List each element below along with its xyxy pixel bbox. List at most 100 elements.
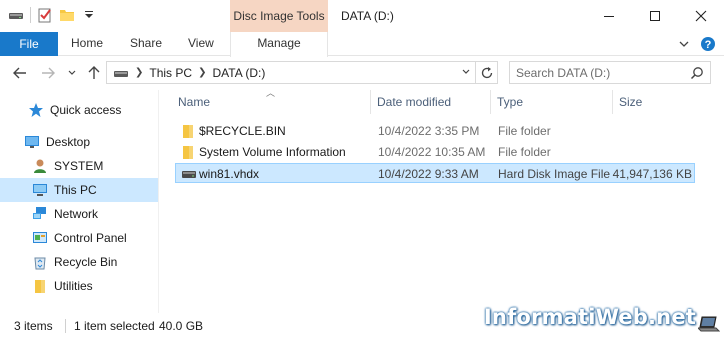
nav-item-label: SYSTEM (54, 159, 104, 173)
file-type: Hard Disk Image File (498, 167, 611, 181)
file-row-selected[interactable]: win81.vhdx 10/4/2022 9:33 AM Hard Disk I… (175, 163, 695, 183)
ribbon-tabs: File Home Share View Manage ? (0, 32, 724, 57)
window-controls (586, 0, 724, 32)
nav-item-label: Utilities (54, 279, 93, 293)
nav-item-label: Quick access (50, 103, 122, 117)
new-folder-icon[interactable] (59, 7, 75, 23)
nav-item-network[interactable]: Network (0, 202, 158, 226)
file-row[interactable]: $RECYCLE.BIN 10/4/2022 3:35 PM File fold… (175, 121, 695, 141)
file-type: File folder (498, 145, 551, 159)
maximize-button[interactable] (632, 0, 678, 32)
user-icon (32, 158, 48, 174)
close-button[interactable] (678, 0, 724, 32)
desktop-folder-icon (24, 134, 40, 150)
recycle-bin-icon (32, 254, 48, 270)
file-date: 10/4/2022 10:35 AM (378, 145, 486, 159)
tab-file[interactable]: File (0, 32, 58, 56)
tab-home[interactable]: Home (71, 32, 103, 56)
nav-pane-divider (158, 90, 159, 313)
customize-qat-icon[interactable] (81, 7, 97, 23)
expand-ribbon-icon[interactable] (678, 38, 690, 50)
file-name: System Volume Information (199, 145, 346, 159)
column-header-date[interactable]: Date modified (377, 90, 451, 114)
refresh-button[interactable] (475, 62, 497, 83)
maximize-icon (650, 11, 660, 21)
status-divider (65, 319, 66, 333)
laptop-logo-icon (698, 316, 720, 332)
refresh-icon (481, 66, 492, 78)
window-title: DATA (D:) (341, 9, 394, 23)
status-item-count: 3 items (14, 319, 53, 333)
watermark: InformatiWeb.net (483, 305, 696, 329)
file-list: ︿ Name Date modified Type Size $RECYCLE.… (170, 88, 720, 313)
column-divider (490, 90, 491, 114)
nav-item-label: Control Panel (54, 231, 127, 245)
drive-icon (114, 70, 128, 77)
computer-icon (32, 182, 48, 198)
address-row: ❯ This PC ❯ DATA (D:) (0, 57, 724, 89)
breadcrumb: ❯ This PC ❯ DATA (D:) (113, 62, 265, 83)
file-date: 10/4/2022 3:35 PM (378, 124, 480, 138)
close-icon (695, 10, 707, 22)
address-bar[interactable]: ❯ This PC ❯ DATA (D:) (106, 61, 498, 84)
search-input[interactable] (516, 64, 676, 81)
nav-item-label: Network (54, 207, 99, 221)
breadcrumb-data-drive[interactable]: DATA (D:) (212, 66, 265, 80)
file-date: 10/4/2022 9:33 AM (378, 167, 479, 181)
disc-image-tools-tab: Disc Image Tools (230, 0, 328, 32)
properties-icon[interactable] (37, 7, 53, 23)
back-button[interactable] (12, 65, 28, 81)
minimize-button[interactable] (586, 0, 632, 32)
ribbon-right-controls: ? (678, 36, 716, 52)
search-icon (690, 67, 703, 80)
help-icon[interactable]: ? (700, 36, 716, 52)
navigation-pane: Quick access Desktop SYSTEM This PC Netw… (0, 90, 160, 313)
column-divider (612, 90, 613, 114)
nav-item-utilities[interactable]: Utilities (0, 274, 158, 298)
disk-image-icon (181, 166, 197, 182)
status-selected-count: 1 item selected (74, 319, 155, 333)
forward-arrow-icon (42, 67, 55, 79)
back-arrow-icon (13, 67, 26, 79)
folder-icon (32, 278, 48, 294)
minimize-icon (604, 16, 614, 17)
star-icon (28, 102, 44, 118)
tab-view[interactable]: View (188, 32, 214, 56)
column-divider (370, 90, 371, 114)
column-header-size[interactable]: Size (619, 90, 642, 114)
column-header-type[interactable]: Type (497, 90, 523, 114)
status-selected-size: 40.0 GB (159, 319, 204, 333)
up-button[interactable] (86, 65, 102, 81)
tab-manage[interactable]: Manage (230, 32, 328, 57)
breadcrumb-this-pc[interactable]: This PC (149, 66, 192, 80)
folder-icon (180, 144, 196, 160)
file-name: $RECYCLE.BIN (199, 124, 286, 138)
forward-button[interactable] (40, 65, 56, 81)
up-arrow-icon (88, 66, 100, 79)
tab-share[interactable]: Share (130, 32, 162, 56)
nav-item-recycle-bin[interactable]: Recycle Bin (0, 250, 158, 274)
column-header-name[interactable]: Name (178, 90, 210, 114)
search-box[interactable] (509, 61, 711, 84)
file-size: 41,947,136 KB (612, 167, 692, 181)
folder-icon (180, 123, 196, 139)
address-dropdown-icon[interactable] (461, 67, 471, 77)
nav-item-label: Recycle Bin (54, 255, 118, 269)
drive-icon[interactable] (8, 7, 24, 23)
breadcrumb-chevron-icon: ❯ (135, 67, 144, 78)
control-panel-icon (32, 230, 48, 246)
breadcrumb-chevron-icon: ❯ (198, 67, 207, 78)
nav-item-quick-access[interactable]: Quick access (0, 98, 158, 122)
svg-text:?: ? (705, 39, 712, 51)
nav-item-system[interactable]: SYSTEM (0, 154, 158, 178)
nav-item-this-pc[interactable]: This PC (0, 178, 158, 202)
nav-item-control-panel[interactable]: Control Panel (0, 226, 158, 250)
recent-locations-button[interactable] (64, 65, 80, 81)
file-type: File folder (498, 124, 551, 138)
file-name: win81.vhdx (199, 167, 260, 181)
nav-item-label: Desktop (46, 135, 91, 149)
sort-ascending-icon: ︿ (266, 88, 276, 98)
nav-item-desktop[interactable]: Desktop (0, 130, 158, 154)
file-row[interactable]: System Volume Information 10/4/2022 10:3… (175, 142, 695, 162)
network-icon (32, 206, 48, 222)
